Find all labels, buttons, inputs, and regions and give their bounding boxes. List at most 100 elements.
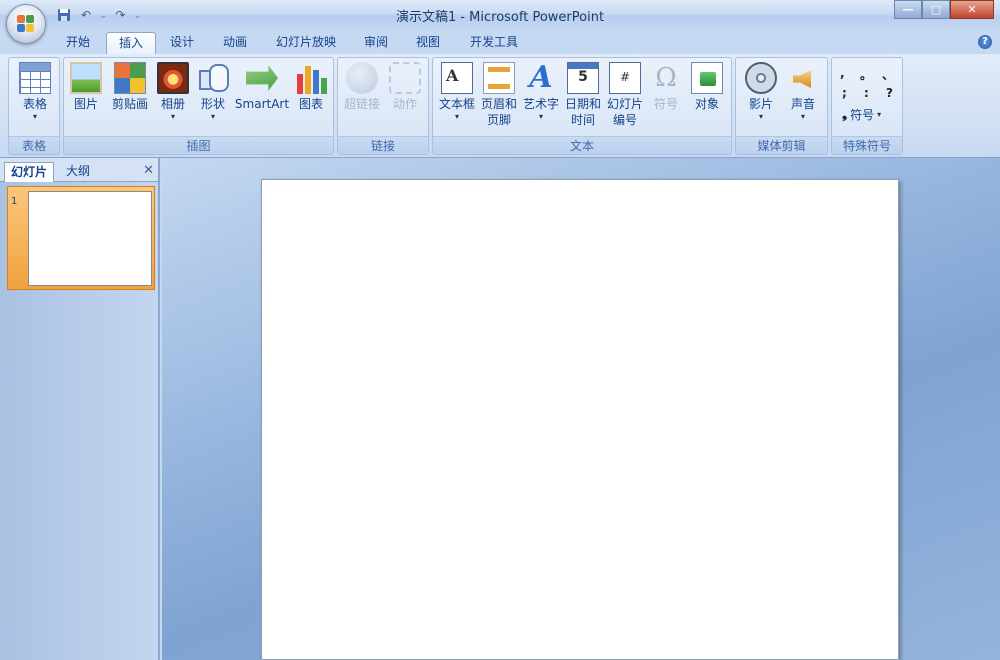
slide-number-label-1: 幻灯片 bbox=[606, 97, 643, 111]
symbol-label: 符号 bbox=[653, 97, 678, 111]
close-button[interactable]: ✕ bbox=[950, 0, 994, 19]
office-logo-icon bbox=[17, 15, 35, 33]
slide-thumbnail[interactable] bbox=[28, 191, 152, 286]
office-button[interactable] bbox=[6, 4, 46, 44]
help-icon[interactable]: ? bbox=[978, 35, 992, 49]
symbol-question[interactable]: ? bbox=[886, 86, 893, 100]
chart-button[interactable]: 图表 bbox=[292, 62, 330, 112]
slide-number-label-2: 编号 bbox=[612, 113, 637, 127]
chevron-down-icon: ▾ bbox=[210, 112, 215, 121]
group-illustrations: 图片 剪贴画 相册 ▾ 形状 ▾ SmartArt 图表 插图 bbox=[63, 57, 334, 155]
wordart-label: 艺术字 bbox=[522, 97, 559, 111]
shapes-button[interactable]: 形状 ▾ bbox=[194, 62, 232, 122]
special-symbol-button[interactable]: ❟ 符号 ▾ bbox=[842, 106, 881, 123]
minimize-button[interactable]: — bbox=[894, 0, 922, 19]
slide-canvas[interactable] bbox=[261, 179, 899, 660]
slide-number-button[interactable]: # 幻灯片 编号 bbox=[605, 62, 645, 128]
tab-home[interactable]: 开始 bbox=[54, 32, 102, 54]
wordart-icon: A bbox=[529, 60, 553, 95]
slide-thumbnail-number: 1 bbox=[11, 196, 18, 207]
object-icon bbox=[691, 62, 723, 94]
picture-icon bbox=[70, 62, 102, 94]
pane-tabs: 幻灯片 大纲 ✕ bbox=[0, 158, 158, 182]
photo-album-button[interactable]: 相册 ▾ bbox=[154, 62, 192, 122]
group-label-links: 链接 bbox=[338, 136, 428, 154]
ribbon: 表格 ▾ 表格 图片 剪贴画 相册 ▾ 形状 ▾ SmartArt 图表 插图 … bbox=[0, 54, 1000, 158]
close-icon: ✕ bbox=[967, 3, 977, 16]
symbol-period[interactable]: 。 bbox=[860, 66, 872, 83]
header-footer-button[interactable]: 页眉和 页脚 bbox=[479, 62, 519, 128]
sound-button[interactable]: 声音 ▾ bbox=[784, 62, 822, 122]
hyperlink-button[interactable]: 超链接 bbox=[342, 62, 382, 112]
minimize-icon: — bbox=[902, 3, 914, 16]
group-label-special-symbols: 特殊符号 bbox=[832, 136, 902, 154]
group-table: 表格 ▾ 表格 bbox=[8, 57, 60, 155]
smartart-icon bbox=[246, 65, 278, 91]
shapes-icon bbox=[197, 62, 229, 94]
group-label-illustrations: 插图 bbox=[64, 136, 333, 154]
clipart-label: 剪贴画 bbox=[111, 97, 148, 111]
textbox-icon: A bbox=[441, 62, 473, 94]
table-icon bbox=[19, 62, 51, 94]
tab-outline[interactable]: 大纲 bbox=[60, 162, 96, 182]
movie-button[interactable]: 影片 ▾ bbox=[742, 62, 780, 122]
photo-album-icon bbox=[157, 62, 189, 94]
maximize-button[interactable]: □ bbox=[922, 0, 950, 19]
date-time-label-1: 日期和 bbox=[564, 97, 601, 111]
group-label-table: 表格 bbox=[9, 136, 59, 154]
movie-label: 影片 bbox=[748, 97, 773, 111]
tab-developer[interactable]: 开发工具 bbox=[458, 32, 530, 54]
tab-view[interactable]: 视图 bbox=[404, 32, 452, 54]
date-time-button[interactable]: 5 日期和 时间 bbox=[563, 62, 603, 128]
special-symbol-label: 符号 bbox=[850, 108, 875, 122]
tab-slideshow[interactable]: 幻灯片放映 bbox=[264, 32, 348, 54]
calendar-icon: 5 bbox=[567, 62, 599, 94]
maximize-icon: □ bbox=[930, 3, 942, 16]
clipart-button[interactable]: 剪贴画 bbox=[108, 62, 152, 112]
group-label-media: 媒体剪辑 bbox=[736, 136, 827, 154]
picture-label: 图片 bbox=[73, 97, 98, 111]
shapes-label: 形状 bbox=[200, 97, 225, 111]
photo-album-label: 相册 bbox=[160, 97, 185, 111]
group-links: 超链接 动作 链接 bbox=[337, 57, 429, 155]
chevron-down-icon: ▾ bbox=[758, 112, 763, 121]
textbox-button[interactable]: A 文本框 ▾ bbox=[437, 62, 477, 122]
chevron-down-icon: ▾ bbox=[877, 110, 882, 119]
chevron-down-icon: ▾ bbox=[800, 112, 805, 121]
tab-insert[interactable]: 插入 bbox=[106, 32, 157, 54]
tab-animations[interactable]: 动画 bbox=[211, 32, 259, 54]
tab-design[interactable]: 设计 bbox=[158, 32, 206, 54]
window-controls: — □ ✕ bbox=[894, 0, 994, 19]
hyperlink-label: 超链接 bbox=[343, 97, 380, 111]
action-star-icon bbox=[389, 62, 421, 94]
chevron-down-icon: ▾ bbox=[538, 112, 543, 121]
picture-button[interactable]: 图片 bbox=[68, 62, 104, 112]
wordart-button[interactable]: A 艺术字 ▾ bbox=[521, 62, 561, 122]
window-title: 演示文稿1 - Microsoft PowerPoint bbox=[395, 10, 605, 25]
action-label: 动作 bbox=[392, 97, 417, 111]
action-button[interactable]: 动作 bbox=[386, 62, 424, 112]
symbol-button[interactable]: Ω 符号 bbox=[647, 62, 685, 112]
clipart-icon bbox=[114, 62, 146, 94]
omega-icon: Ω bbox=[655, 63, 677, 93]
speaker-icon bbox=[787, 62, 819, 94]
tab-slides[interactable]: 幻灯片 bbox=[4, 162, 55, 182]
tab-review[interactable]: 审阅 bbox=[352, 32, 400, 54]
symbol-semicolon[interactable]: ; bbox=[842, 86, 847, 100]
object-label: 对象 bbox=[694, 97, 719, 111]
symbol-comma[interactable]: , bbox=[840, 66, 845, 80]
chart-icon bbox=[295, 62, 327, 94]
table-button[interactable]: 表格 ▾ bbox=[17, 62, 53, 122]
close-icon[interactable]: ✕ bbox=[143, 163, 154, 178]
ribbon-tabs: 开始 插入 设计 动画 幻灯片放映 审阅 视图 开发工具 ? bbox=[0, 30, 1000, 54]
title-bar: ↶ ⌄ ↷ ⌄ 演示文稿1 - Microsoft PowerPoint — □… bbox=[0, 0, 1000, 30]
chevron-down-icon: ▾ bbox=[170, 112, 175, 121]
object-button[interactable]: 对象 bbox=[687, 62, 727, 112]
symbol-mark-icon: ❟ bbox=[842, 107, 848, 122]
symbol-colon[interactable]: : bbox=[864, 86, 869, 100]
symbol-enum-comma[interactable]: 、 bbox=[882, 66, 894, 83]
smartart-button[interactable]: SmartArt bbox=[234, 62, 290, 112]
sound-label: 声音 bbox=[790, 97, 815, 111]
smartart-label: SmartArt bbox=[234, 97, 290, 111]
header-footer-label-1: 页眉和 bbox=[480, 97, 517, 111]
